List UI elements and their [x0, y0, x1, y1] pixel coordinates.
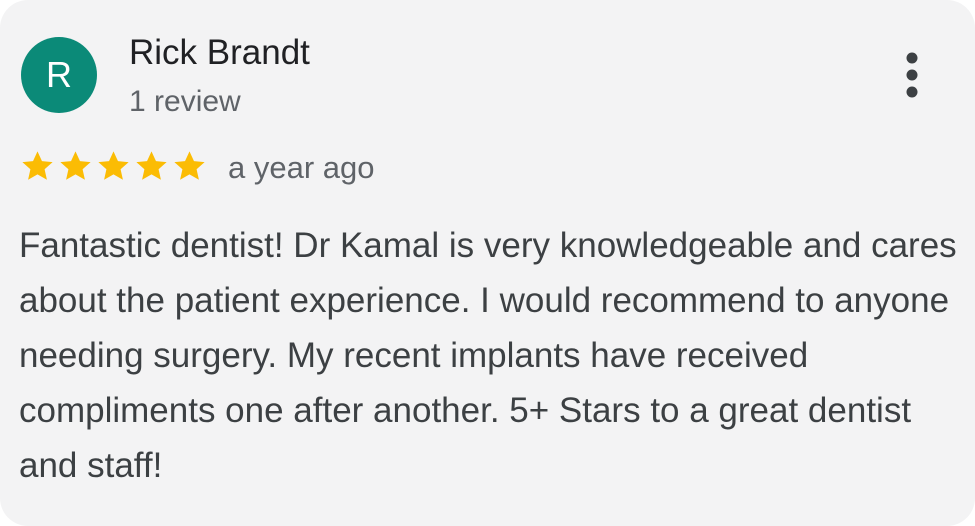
star-icon: [60, 151, 91, 180]
review-text: Fantastic dentist! Dr Kamal is very know…: [19, 226, 957, 485]
avatar-initial: R: [46, 54, 72, 95]
review-card: R Rick Brandt 1 review a year ago Fantas…: [0, 0, 975, 526]
more-vertical-icon: [906, 52, 918, 98]
star-icon: [174, 151, 205, 180]
reviewer-name[interactable]: Rick Brandt: [129, 31, 310, 75]
more-options-button[interactable]: [893, 46, 933, 106]
star-icon: [136, 151, 167, 180]
review-date: a year ago: [228, 150, 375, 185]
star-icon: [98, 151, 129, 180]
star-rating: [19, 148, 208, 186]
reviewer-review-count[interactable]: 1 review: [129, 82, 241, 122]
avatar[interactable]: R: [21, 37, 97, 113]
star-icon: [22, 151, 53, 180]
